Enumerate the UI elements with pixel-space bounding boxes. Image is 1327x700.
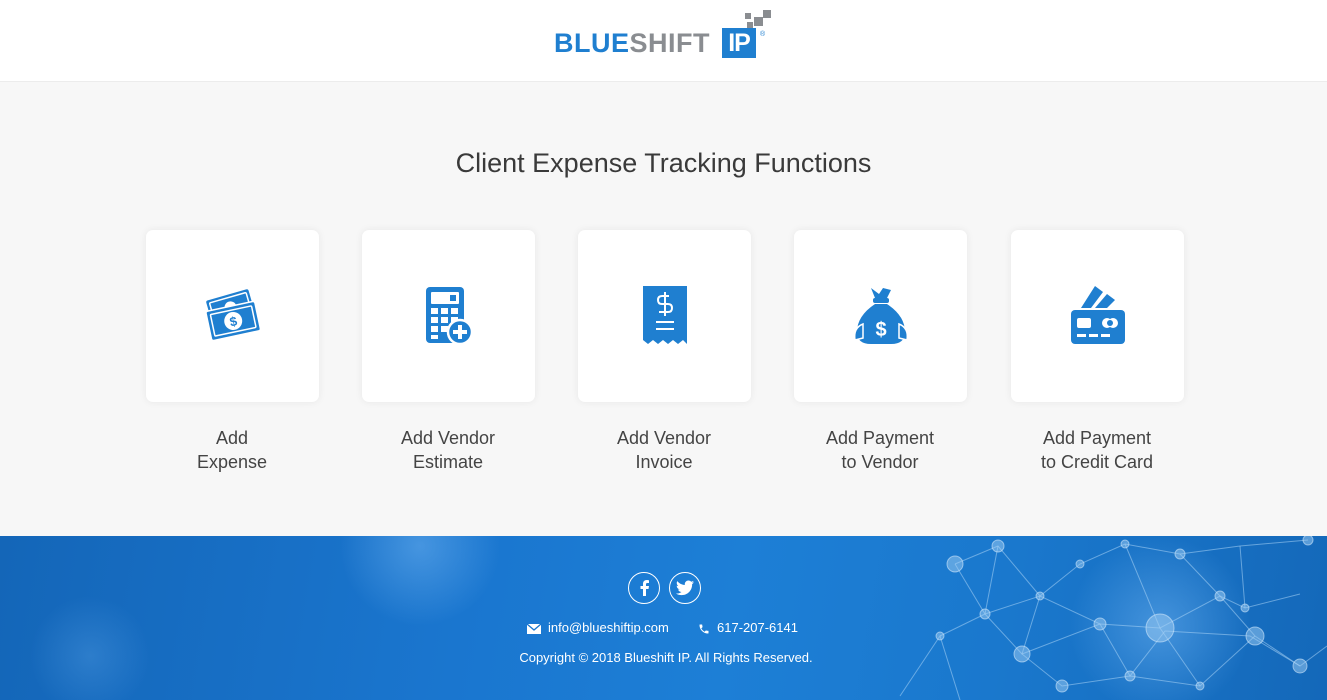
add-vendor-estimate-card[interactable] (362, 230, 535, 402)
twitter-link[interactable] (669, 572, 701, 604)
add-payment-to-vendor-card[interactable]: $ (794, 230, 967, 402)
add-vendor-estimate-label: Add Vendor Estimate (400, 428, 496, 472)
add-payment-to-credit-card-card[interactable] (1011, 230, 1184, 402)
money-bag-icon: $ (853, 288, 908, 344)
logo-ip-box: IP (722, 28, 756, 58)
svg-text:$: $ (875, 319, 886, 341)
add-expense-label: Add Expense (196, 428, 268, 472)
envelope-icon (526, 623, 542, 634)
add-expense-card[interactable]: $ (146, 230, 319, 402)
money-bills-icon: $ (204, 289, 261, 342)
logo-word-shift: SHIFT (629, 28, 710, 58)
footer-email-link[interactable]: info@blueshiftip.com (526, 620, 669, 635)
site-header: BLUESHIFT IP ® (0, 0, 1327, 82)
footer-email: info@blueshiftip.com (548, 620, 669, 635)
facebook-link[interactable] (628, 572, 660, 604)
phone-icon (699, 624, 709, 634)
add-payment-to-credit-card-label: Add Payment to Credit Card (1040, 428, 1154, 472)
logo-registered-mark: ® (760, 31, 766, 38)
twitter-icon (676, 580, 694, 596)
credit-card-icon (1070, 286, 1125, 344)
copyright-text: Copyright © 2018 Blueshift IP. All Right… (519, 650, 813, 665)
facebook-icon (640, 580, 649, 596)
site-footer: info@blueshiftip.com 617-207-6141 Copyri… (0, 536, 1327, 700)
add-payment-to-vendor-label: Add Payment to Vendor (825, 428, 935, 472)
receipt-icon (642, 286, 687, 344)
add-vendor-invoice-label: Add Vendor Invoice (616, 428, 712, 472)
footer-phone: 617-207-6141 (717, 620, 798, 635)
blueshift-ip-logo[interactable]: BLUESHIFT IP ® (554, 9, 774, 63)
add-vendor-invoice-card[interactable] (578, 230, 751, 402)
footer-phone-link[interactable]: 617-207-6141 (698, 621, 798, 635)
network-background-graphic (30, 536, 1327, 700)
logo-word-blue: BLUE (554, 28, 630, 58)
page-title: Client Expense Tracking Functions (455, 148, 872, 178)
calculator-plus-icon (425, 287, 473, 346)
